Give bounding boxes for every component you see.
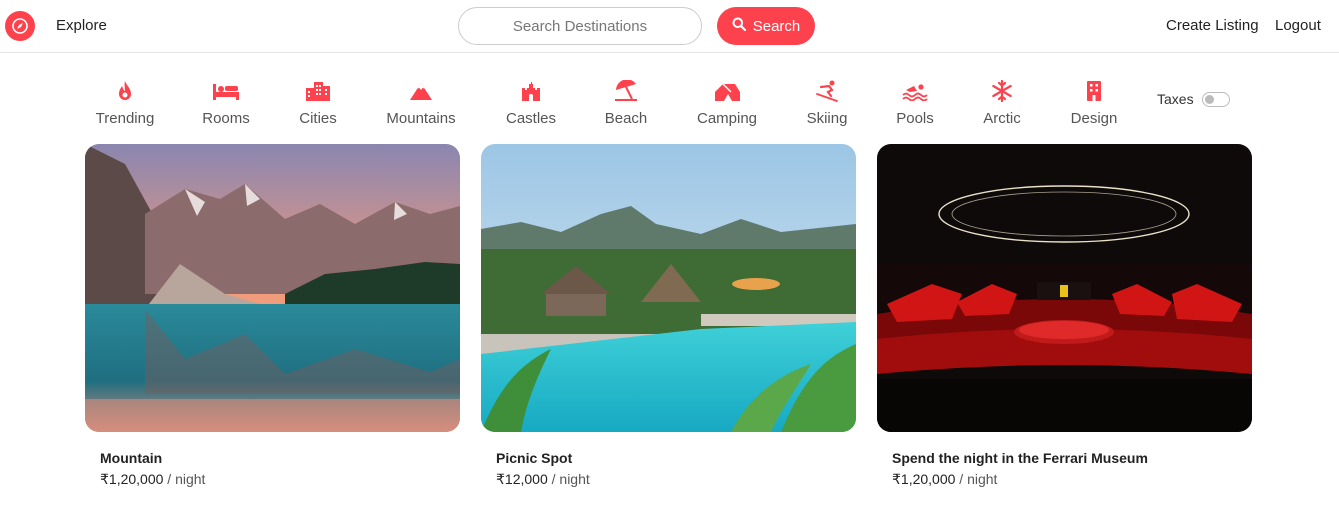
listing-card[interactable]: Picnic Spot ₹12,000 / night — [481, 144, 856, 487]
taxes-toggle[interactable] — [1201, 91, 1230, 107]
compass-icon[interactable] — [5, 11, 35, 41]
navbar: Explore Search Create Listing Logout — [0, 0, 1339, 53]
price-value: ₹1,20,000 — [892, 471, 956, 487]
listing-image-ferrari-museum — [877, 144, 1252, 432]
mountain-icon — [366, 78, 476, 104]
logout-link[interactable]: Logout — [1275, 17, 1321, 34]
listing-title: Picnic Spot — [496, 450, 573, 466]
filter-label: Cities — [299, 110, 337, 127]
filter-label: Castles — [505, 110, 557, 127]
filter-cities[interactable]: Cities — [263, 78, 373, 127]
filter-castles[interactable]: Castles — [476, 78, 586, 127]
price-unit: / night — [163, 471, 206, 487]
listing-price: ₹1,20,000 / night — [892, 471, 997, 488]
search-input[interactable] — [458, 7, 702, 45]
listing-price: ₹12,000 / night — [496, 471, 590, 488]
listing-price: ₹1,20,000 / night — [100, 471, 205, 488]
city-icon — [263, 78, 373, 104]
search-icon — [732, 17, 746, 35]
listing-title: Mountain — [100, 450, 163, 466]
campground-icon — [672, 78, 782, 104]
create-listing-link[interactable]: Create Listing — [1166, 17, 1259, 34]
filter-beach[interactable]: Beach — [571, 78, 681, 127]
filter-label: Design — [1070, 110, 1118, 127]
toggle-knob — [1204, 94, 1214, 104]
search-button[interactable]: Search — [717, 7, 815, 45]
price-unit: / night — [547, 471, 590, 487]
castle-icon — [476, 78, 586, 104]
filter-label: Trending — [95, 110, 155, 127]
listing-title: Spend the night in the Ferrari Museum — [892, 450, 1148, 466]
listing-image-picnic-spot — [481, 144, 856, 432]
search-button-label: Search — [752, 17, 801, 35]
filter-camping[interactable]: Camping — [672, 78, 782, 127]
filter-label: Mountains — [386, 110, 456, 127]
taxes-label: Taxes — [1157, 91, 1194, 107]
taxes-toggle-group: Taxes — [1157, 91, 1230, 107]
price-value: ₹1,20,000 — [100, 471, 164, 487]
explore-link[interactable]: Explore — [56, 17, 107, 34]
filter-mountains[interactable]: Mountains — [366, 78, 476, 127]
price-value: ₹12,000 — [496, 471, 548, 487]
fire-icon — [70, 78, 180, 104]
price-unit: / night — [955, 471, 998, 487]
filter-design[interactable]: Design — [1039, 78, 1149, 127]
listing-card[interactable]: Spend the night in the Ferrari Museum ₹1… — [877, 144, 1252, 487]
filter-label: Camping — [696, 110, 758, 127]
filter-label: Beach — [604, 110, 648, 127]
filter-trending[interactable]: Trending — [70, 78, 180, 127]
building-icon — [1039, 78, 1149, 104]
listing-image-mountain — [85, 144, 460, 432]
listing-card[interactable]: Mountain ₹1,20,000 / night — [85, 144, 460, 487]
umbrella-beach-icon — [571, 78, 681, 104]
